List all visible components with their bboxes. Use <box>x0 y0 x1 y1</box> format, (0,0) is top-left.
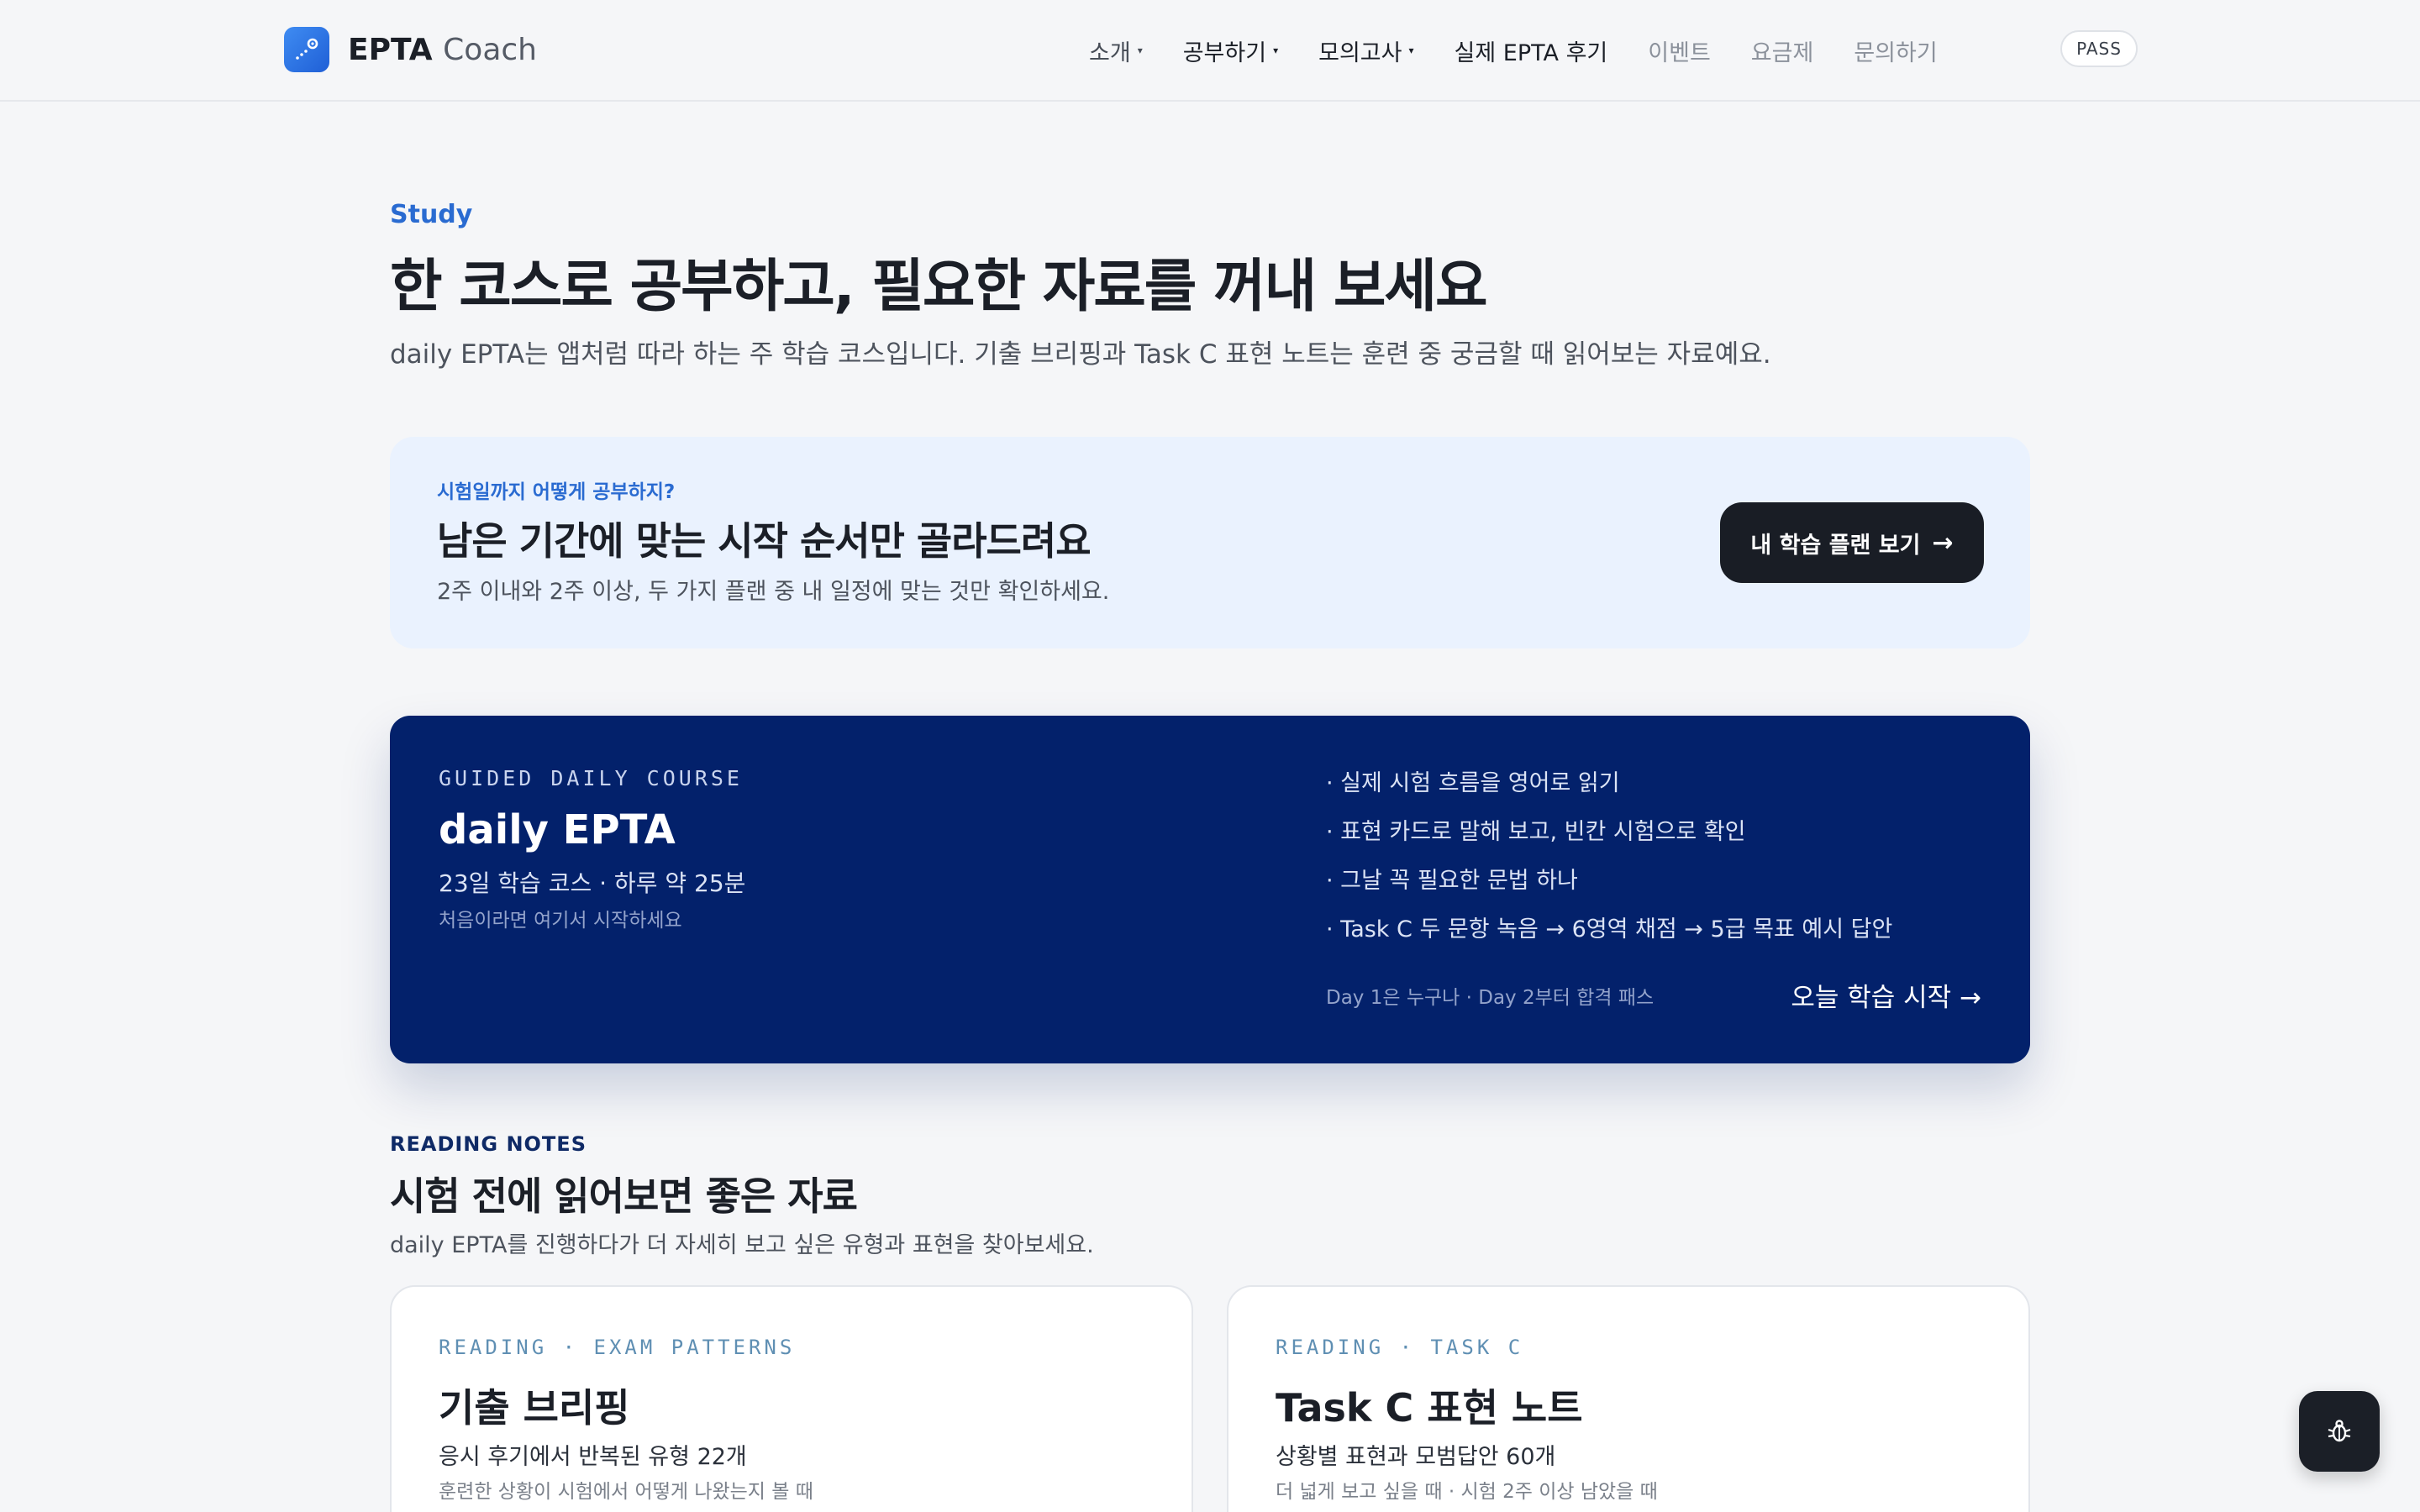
view-study-plan-button[interactable]: 내 학습 플랜 보기 → <box>1720 502 1984 583</box>
card-desc: 훈련한 상황이 시험에서 어떻게 나왔는지 볼 때 <box>439 1481 813 1503</box>
reading-card-task-c[interactable]: READING · TASK C Task C 표현 노트 상황별 표현과 모범… <box>1227 1285 2030 1512</box>
list-item: · Task C 두 문항 녹음 → 6영역 채점 → 5급 목표 예시 답안 <box>1326 916 1893 942</box>
arrow-right-icon: → <box>1932 528 1954 558</box>
plan-title: 남은 기간에 맞는 시작 순서만 골라드려요 <box>437 518 1092 564</box>
course-eyebrow: GUIDED DAILY COURSE <box>439 766 743 790</box>
reading-subtitle: daily EPTA를 진행하다가 더 자세히 보고 싶은 유형과 표현을 찾아… <box>390 1232 1094 1258</box>
list-item: · 표현 카드로 말해 보고, 빈칸 시험으로 확인 <box>1326 819 1746 845</box>
brand-logo[interactable]: EPTA Coach <box>284 27 537 72</box>
brand-name-bold: EPTA <box>348 32 433 67</box>
list-item: · 그날 꼭 필요한 문법 하나 <box>1326 868 1578 894</box>
nav-item-label: 문의하기 <box>1854 39 1938 66</box>
course-meta: 23일 학습 코스 · 하루 약 25분 <box>439 869 746 897</box>
course-feature-list: · 실제 시험 흐름을 영어로 읽기 · 표현 카드로 말해 보고, 빈칸 시험… <box>1326 764 1892 959</box>
nav-item-study[interactable]: 공부하기 ▾ <box>1183 34 1278 67</box>
nav-item-label: 모의고사 <box>1318 39 1402 66</box>
brand-name: EPTA Coach <box>348 33 537 67</box>
course-title: daily EPTA <box>439 806 676 853</box>
course-footnote: Day 1은 누구나 · Day 2부터 합격 패스 <box>1326 987 1655 1009</box>
card-eyebrow: READING · EXAM PATTERNS <box>439 1336 796 1359</box>
button-label: 내 학습 플랜 보기 <box>1750 532 1921 559</box>
study-plan-banner: 시험일까지 어떻게 공부하지? 남은 기간에 맞는 시작 순서만 골라드려요 2… <box>390 437 2030 648</box>
nav-item-contact[interactable]: 문의하기 <box>1854 34 1937 67</box>
nav-item-label: 소개 <box>1089 39 1131 66</box>
nav-item-pricing[interactable]: 요금제 <box>1751 34 1814 67</box>
plan-subtitle: 2주 이내와 2주 이상, 두 가지 플랜 중 내 일정에 맞는 것만 확인하세… <box>437 579 1110 605</box>
start-today-link[interactable]: 오늘 학습 시작 → <box>1791 976 1981 1014</box>
daily-course-card[interactable]: GUIDED DAILY COURSE daily EPTA 23일 학습 코스… <box>390 716 2030 1063</box>
nav-item-events[interactable]: 이벤트 <box>1648 34 1711 67</box>
brand-name-light: Coach <box>443 32 537 67</box>
main-nav: 소개 ▾ 공부하기 ▾ 모의고사 ▾ 실제 EPTA 후기 이벤트 요금제 문의… <box>1089 34 1978 67</box>
chevron-down-icon: ▾ <box>1137 45 1143 56</box>
card-title: Task C 표현 노트 <box>1276 1385 1583 1431</box>
nav-item-reviews[interactable]: 실제 EPTA 후기 <box>1455 34 1608 67</box>
pass-button[interactable]: PASS <box>2060 30 2138 67</box>
list-item: · 실제 시험 흐름을 영어로 읽기 <box>1326 770 1620 796</box>
nav-item-label: 이벤트 <box>1648 39 1711 66</box>
reading-eyebrow: READING NOTES <box>390 1132 587 1156</box>
bug-icon <box>2328 1420 2351 1442</box>
page-subtitle: daily EPTA는 앱처럼 따라 하는 주 학습 코스입니다. 기출 브리핑… <box>390 339 1771 370</box>
nav-item-intro[interactable]: 소개 ▾ <box>1089 34 1143 67</box>
hero-eyebrow: Study <box>390 200 473 229</box>
card-desc: 더 넓게 보고 싶을 때 · 시험 2주 이상 남았을 때 <box>1276 1481 1658 1503</box>
reading-title: 시험 전에 읽어보면 좋은 자료 <box>390 1173 858 1219</box>
nav-item-mock-exam[interactable]: 모의고사 ▾ <box>1318 34 1413 67</box>
card-eyebrow: READING · TASK C <box>1276 1336 1524 1359</box>
page-title: 한 코스로 공부하고, 필요한 자료를 꺼내 보세요 <box>390 254 1488 320</box>
chevron-down-icon: ▾ <box>1408 45 1414 56</box>
bug-report-button[interactable] <box>2299 1391 2380 1472</box>
card-title: 기출 브리핑 <box>439 1385 630 1431</box>
top-header: EPTA Coach 소개 ▾ 공부하기 ▾ 모의고사 ▾ 실제 EPTA 후기… <box>0 0 2420 102</box>
course-note: 처음이라면 여기서 시작하세요 <box>439 910 682 932</box>
nav-item-label: 실제 EPTA 후기 <box>1454 39 1608 66</box>
nav-item-label: 공부하기 <box>1182 39 1267 66</box>
chevron-down-icon: ▾ <box>1273 45 1279 56</box>
telescope-icon <box>284 27 329 72</box>
card-meta: 상황별 표현과 모범답안 60개 <box>1276 1444 1556 1470</box>
plan-eyebrow: 시험일까지 어떻게 공부하지? <box>437 481 676 503</box>
card-meta: 응시 후기에서 반복된 유형 22개 <box>439 1444 747 1470</box>
nav-item-label: 요금제 <box>1750 39 1814 66</box>
reading-card-exam-patterns[interactable]: READING · EXAM PATTERNS 기출 브리핑 응시 후기에서 반… <box>390 1285 1193 1512</box>
